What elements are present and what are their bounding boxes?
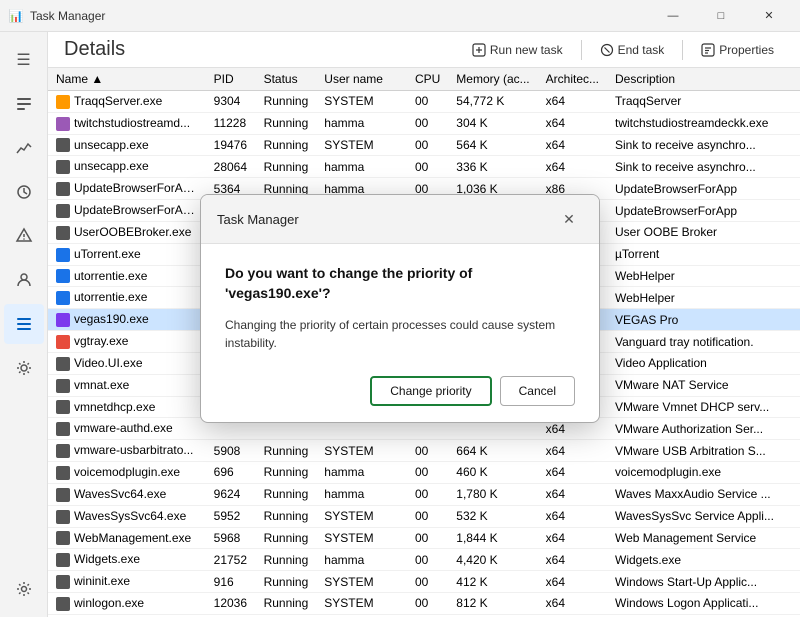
change-priority-dialog: Task Manager ✕ Do you want to change the… <box>200 194 600 422</box>
dialog-question: Do you want to change the priority of 'v… <box>225 264 575 303</box>
dialog-info: Changing the priority of certain process… <box>225 316 575 352</box>
dialog-close-button[interactable]: ✕ <box>555 205 583 233</box>
dialog-title: Task Manager <box>217 212 555 227</box>
dialog-titlebar: Task Manager ✕ <box>201 195 599 244</box>
dialog-buttons: Change priority Cancel <box>225 376 575 406</box>
dialog-overlay: Task Manager ✕ Do you want to change the… <box>0 0 800 617</box>
cancel-button[interactable]: Cancel <box>500 376 575 406</box>
dialog-body: Do you want to change the priority of 'v… <box>201 244 599 421</box>
change-priority-button[interactable]: Change priority <box>370 376 491 406</box>
